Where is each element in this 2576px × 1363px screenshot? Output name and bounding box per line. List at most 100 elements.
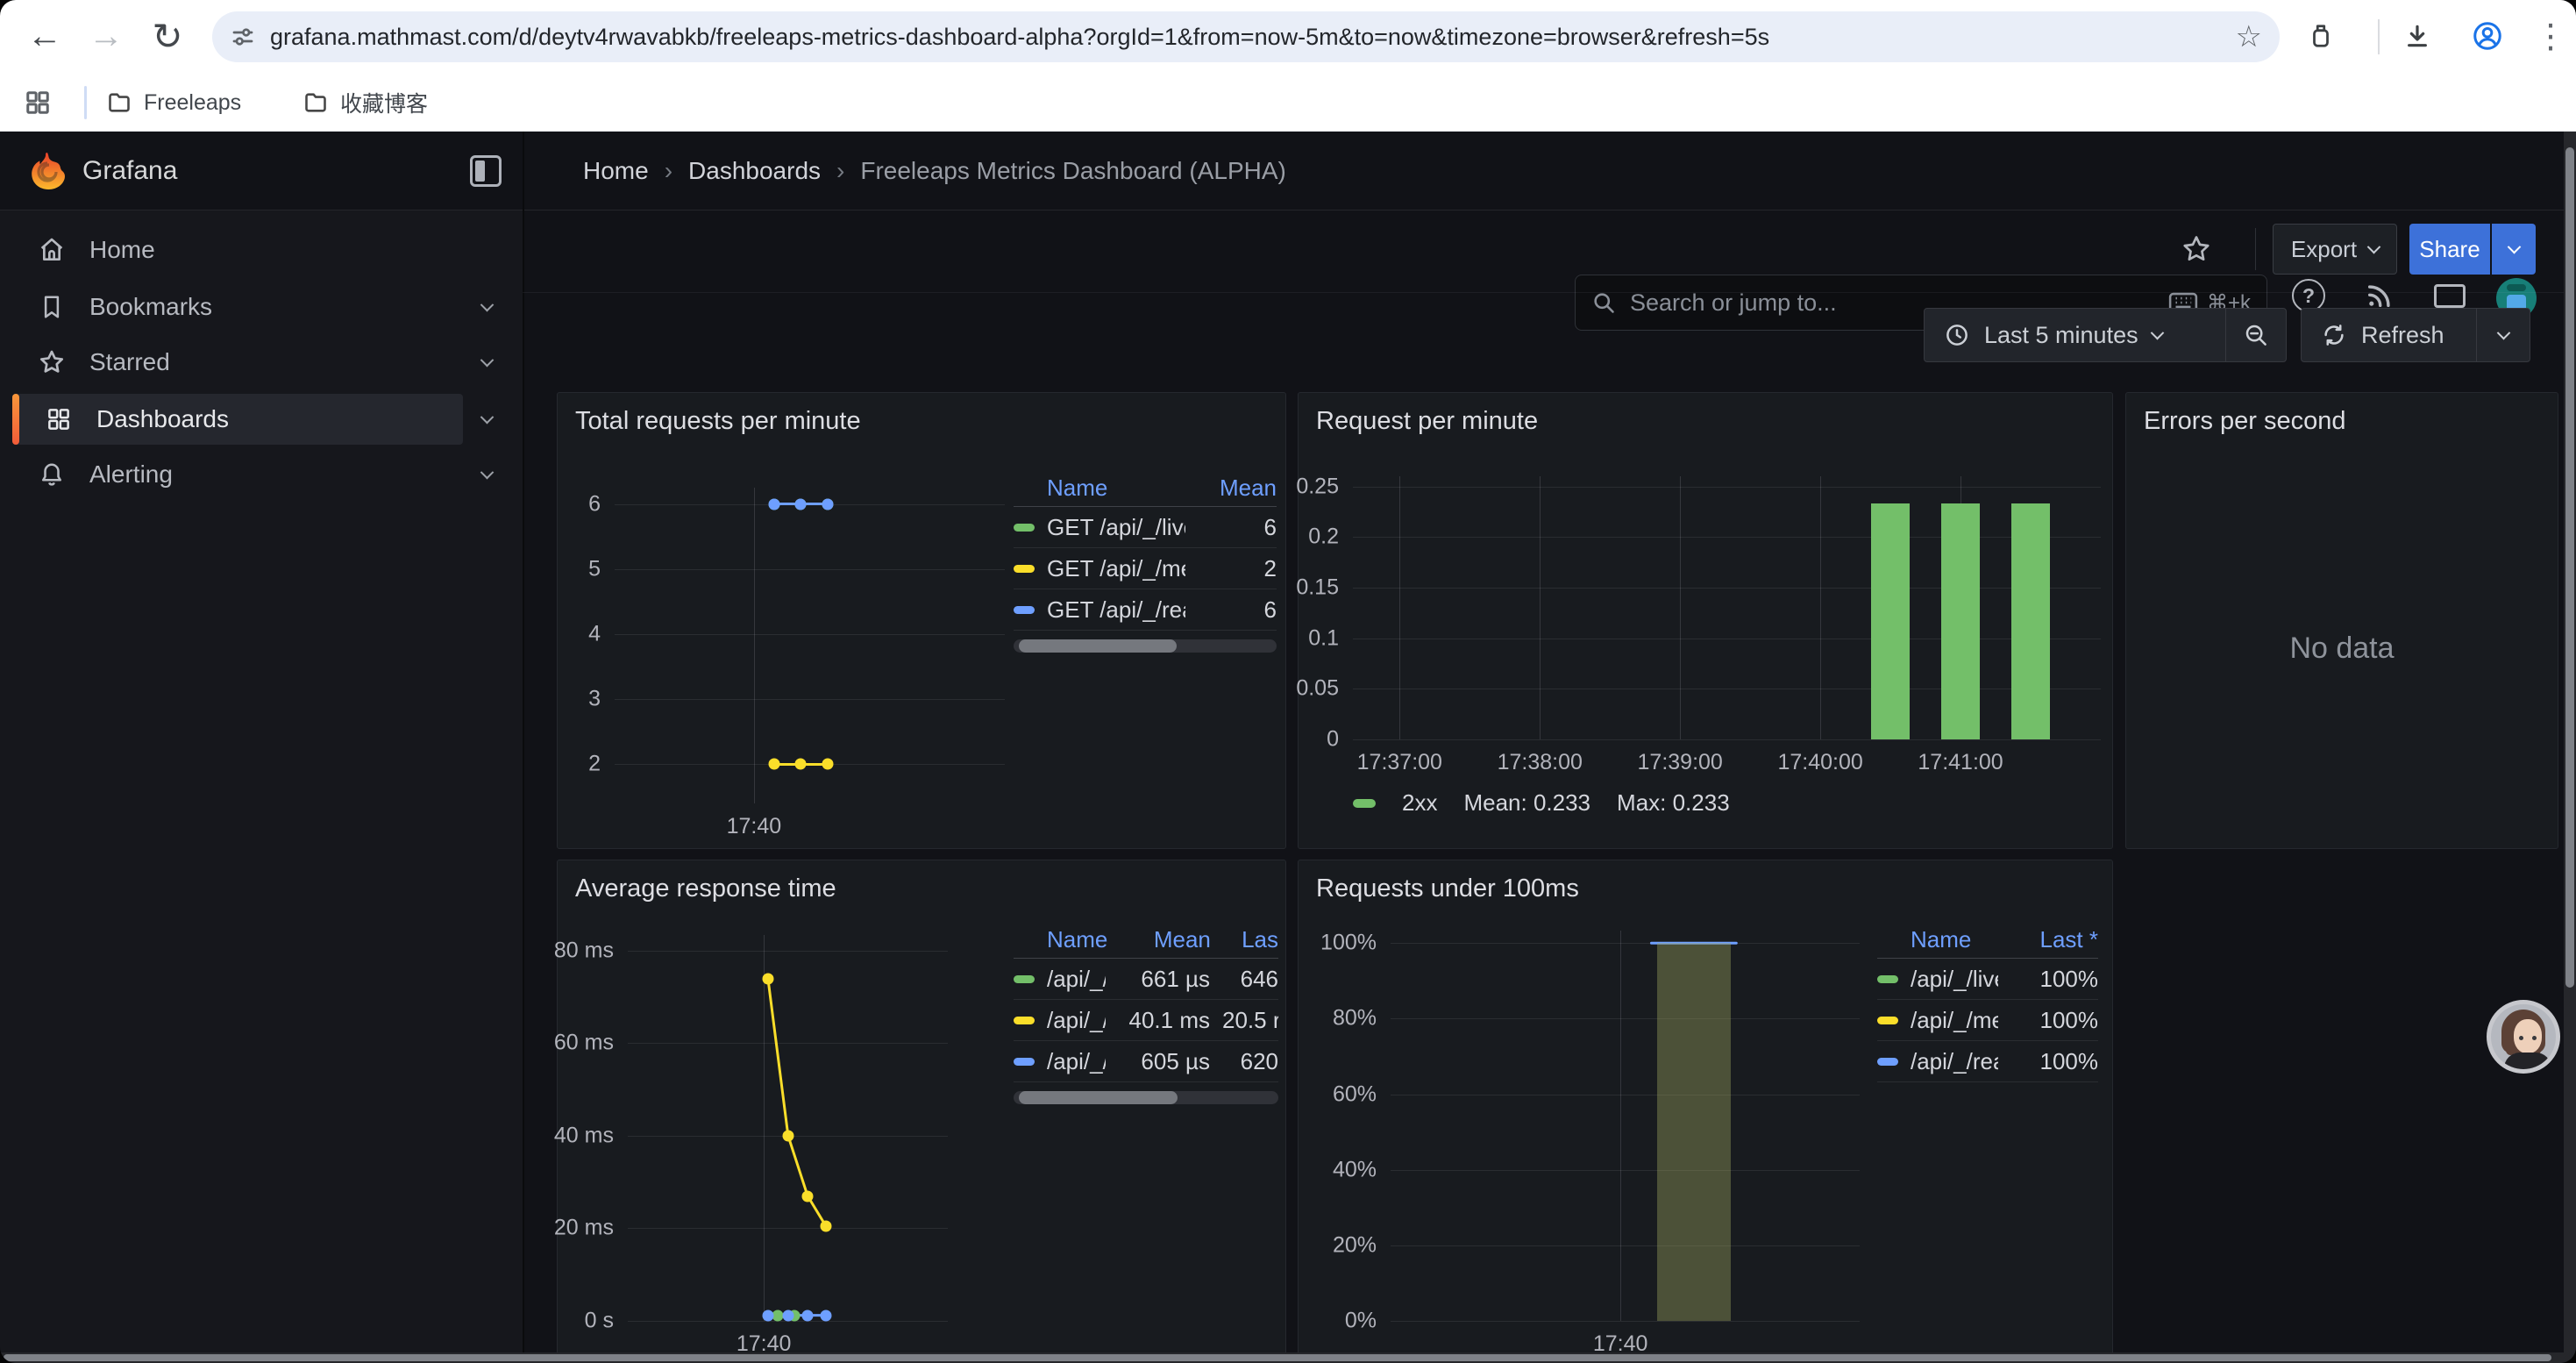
no-data-message: No data xyxy=(2126,632,2558,666)
legend-row[interactable]: /api/_/metrics 40.1 ms 20.5 r xyxy=(1014,1000,1278,1041)
time-range-label: Last 5 minutes xyxy=(1984,322,2138,349)
vertical-scrollbar-thumb[interactable] xyxy=(2565,147,2574,988)
series-swatch xyxy=(1014,565,1035,573)
reload-icon[interactable]: ↻ xyxy=(142,11,193,61)
site-settings-icon[interactable] xyxy=(230,24,256,50)
col-header-mean[interactable]: Mean xyxy=(1120,926,1211,953)
legend-row[interactable]: /api/_/readyz 605 µs 620 xyxy=(1014,1041,1278,1082)
breadcrumb-home[interactable]: Home xyxy=(583,157,649,185)
profile-icon[interactable] xyxy=(2466,14,2509,58)
table-scrollbar[interactable] xyxy=(1014,1091,1278,1104)
legend-row[interactable]: GET /api/_/readyz 6 xyxy=(1014,589,1277,631)
breadcrumb-current: Freeleaps Metrics Dashboard (ALPHA) xyxy=(860,157,1286,185)
clock-icon xyxy=(1944,322,1970,348)
vertical-scrollbar[interactable] xyxy=(2564,132,2576,1352)
browser-menu-icon[interactable]: ⋮ xyxy=(2529,14,2572,58)
breadcrumb-dashboards[interactable]: Dashboards xyxy=(688,157,821,185)
bookmark-icon xyxy=(37,292,67,322)
sidebar-item-bookmarks[interactable]: Bookmarks xyxy=(12,282,463,332)
bookmark-star-icon[interactable]: ☆ xyxy=(2236,19,2262,54)
horizontal-scrollbar[interactable] xyxy=(0,1352,2576,1363)
sidebar-item-home[interactable]: Home xyxy=(12,225,463,275)
sidebar-row-alerting: Alerting xyxy=(12,449,510,500)
panel-title[interactable]: Average response time xyxy=(575,874,836,903)
browser-window: ← → ↻ grafana.mathmast.com/d/deytv4rwava… xyxy=(0,0,2576,1363)
legend-row[interactable]: GET /api/_/livez 6 xyxy=(1014,507,1277,548)
bookmark-folder-label: Freeleaps xyxy=(144,90,241,116)
col-header-name[interactable]: Name xyxy=(1014,926,1107,953)
zoom-out-button[interactable] xyxy=(2226,309,2286,361)
legend-row[interactable]: /api/_/livez 661 µs 646 xyxy=(1014,959,1278,1000)
bookmarks-bar: Freeleaps 收藏博客 xyxy=(0,74,2576,132)
forward-icon[interactable]: → xyxy=(81,11,132,61)
bookmark-folder-freeleaps[interactable]: Freeleaps xyxy=(95,81,253,125)
chart-legend[interactable]: 2xx Mean: 0.233 Max: 0.233 xyxy=(1353,789,1730,817)
col-header-name[interactable]: Name xyxy=(1877,926,1998,953)
sidebar-item-label: Alerting xyxy=(89,460,173,489)
panel-errors-per-second: Errors per second No data xyxy=(2125,392,2558,849)
sidebar-item-starred[interactable]: Starred xyxy=(12,337,463,388)
time-range-picker[interactable]: Last 5 minutes xyxy=(1925,309,2225,361)
export-button[interactable]: Export xyxy=(2273,224,2397,275)
star-icon xyxy=(37,347,67,377)
col-header-last[interactable]: Las xyxy=(1223,926,1278,953)
panel-request-per-minute: Request per minute 0.250.20.150.10.05017… xyxy=(1298,392,2113,849)
panel-title[interactable]: Total requests per minute xyxy=(575,407,861,436)
legend-row[interactable]: /api/_/readyz 100% xyxy=(1877,1041,2098,1082)
share-button[interactable]: Share xyxy=(2409,224,2490,275)
grafana-logo[interactable] xyxy=(26,150,68,192)
breadcrumb: Home › Dashboards › Freeleaps Metrics Da… xyxy=(583,132,1286,211)
panel-legend-table: Name Mean Las /api/_/livez 661 µs 646 xyxy=(1014,922,1278,1104)
bookmark-folder-blogs[interactable]: 收藏博客 xyxy=(291,81,440,125)
refresh-interval-dropdown[interactable] xyxy=(2477,309,2530,361)
series-swatch xyxy=(1014,524,1035,532)
refresh-button[interactable]: Refresh xyxy=(2302,309,2476,361)
request-per-minute-chart[interactable]: 0.250.20.150.10.05017:37:0017:38:0017:39… xyxy=(1353,476,2101,739)
sidebar-toggle-icon[interactable] xyxy=(470,155,502,187)
panel-title[interactable]: Request per minute xyxy=(1316,407,1538,436)
panel-average-response-time: Average response time 80 ms60 ms40 ms20 … xyxy=(557,860,1286,1363)
legend-max: Max: 0.233 xyxy=(1617,789,1730,817)
chevron-down-icon[interactable] xyxy=(463,470,510,480)
sidebar-item-alerting[interactable]: Alerting xyxy=(12,449,463,500)
apps-grid-icon[interactable] xyxy=(16,81,60,125)
series-swatch xyxy=(1877,975,1898,983)
col-header-mean[interactable]: Mean xyxy=(1198,475,1277,502)
extension-icon[interactable] xyxy=(2299,14,2343,58)
horizontal-scrollbar-thumb[interactable] xyxy=(4,1354,2551,1361)
download-icon[interactable] xyxy=(2395,14,2439,58)
table-scrollbar-thumb[interactable] xyxy=(1019,1091,1178,1104)
average-response-chart[interactable]: 80 ms60 ms40 ms20 ms0 s17:40 xyxy=(628,935,948,1321)
address-bar[interactable]: grafana.mathmast.com/d/deytv4rwavabkb/fr… xyxy=(212,11,2280,62)
refresh-label: Refresh xyxy=(2361,322,2444,349)
sidebar-item-dashboards[interactable]: Dashboards xyxy=(12,394,463,445)
chevron-down-icon[interactable] xyxy=(463,303,510,312)
panel-legend-table: Name Last * /api/_/livez 100% /api/_/met… xyxy=(1877,922,2098,1082)
table-scrollbar[interactable] xyxy=(1014,639,1277,653)
series-swatch xyxy=(1014,1017,1035,1024)
legend-row[interactable]: GET /api/_/metrics 2 xyxy=(1014,548,1277,589)
url-text[interactable]: grafana.mathmast.com/d/deytv4rwavabkb/fr… xyxy=(270,24,2225,51)
assistant-avatar-widget[interactable] xyxy=(2487,1000,2560,1074)
chevron-down-icon[interactable] xyxy=(463,358,510,368)
refresh-icon xyxy=(2321,322,2347,348)
chevron-down-icon[interactable] xyxy=(463,415,510,425)
legend-series-name[interactable]: 2xx xyxy=(1402,789,1437,817)
chevron-down-icon xyxy=(2496,325,2510,339)
col-header-last[interactable]: Last * xyxy=(2010,926,2098,953)
series-swatch xyxy=(1877,1017,1898,1024)
back-icon[interactable]: ← xyxy=(19,11,70,61)
legend-row[interactable]: /api/_/livez 100% xyxy=(1877,959,2098,1000)
grafana-brand[interactable]: Grafana xyxy=(82,132,177,211)
total-requests-chart[interactable]: 6543217:40 xyxy=(615,488,1005,803)
favorite-star-icon[interactable] xyxy=(2177,228,2216,270)
bookmarks-divider xyxy=(84,86,87,119)
panel-title[interactable]: Requests under 100ms xyxy=(1316,874,1579,903)
col-header-name[interactable]: Name xyxy=(1014,475,1185,502)
panel-title[interactable]: Errors per second xyxy=(2144,407,2346,436)
legend-row[interactable]: /api/_/metrics 100% xyxy=(1877,1000,2098,1041)
sidebar-row-starred: Starred xyxy=(12,337,510,388)
under-100ms-chart[interactable]: 100%80%60%40%20%0%17:40 xyxy=(1391,931,1860,1321)
table-scrollbar-thumb[interactable] xyxy=(1019,639,1177,653)
share-dropdown-button[interactable] xyxy=(2492,224,2536,275)
